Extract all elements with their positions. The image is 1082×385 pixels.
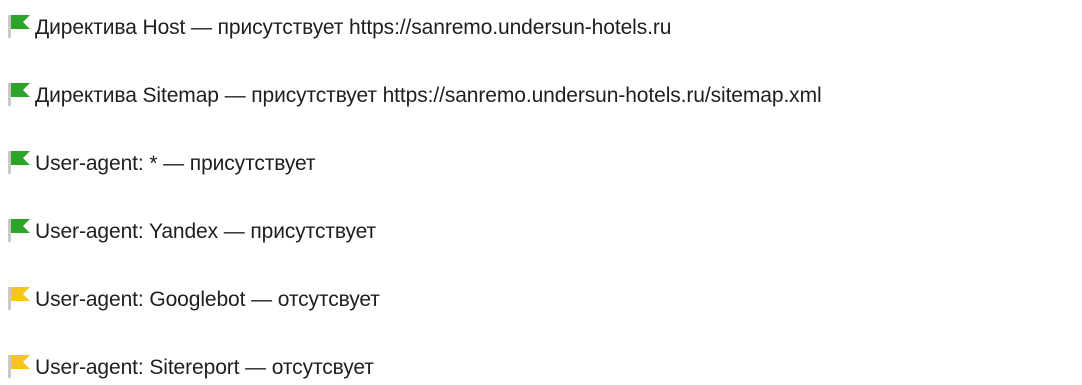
robots-check-list: Директива Host — присутствует https://sa…: [0, 0, 1082, 385]
item-text: Директива Sitemap — присутствует https:/…: [35, 84, 822, 107]
item-text: User-agent: Sitereport — отсутсвует: [35, 356, 374, 379]
green-flag-icon: [6, 81, 32, 107]
item-text: User-agent: * — присутствует: [35, 152, 316, 175]
list-item-user-agent-all: User-agent: * — присутствует: [6, 149, 316, 178]
item-text: User-agent: Googlebot — отсутсвует: [35, 288, 380, 311]
list-item-host: Директива Host — присутствует https://sa…: [6, 14, 671, 42]
yellow-flag-icon: [6, 285, 32, 311]
list-item-user-agent-sitereport: User-agent: Sitereport — отсутсвует: [6, 354, 374, 382]
list-item-sitemap: Директива Sitemap — присутствует https:/…: [6, 82, 822, 110]
green-flag-icon: [6, 13, 32, 39]
yellow-flag-icon: [6, 353, 32, 379]
item-text: Директива Host — присутствует https://sa…: [35, 16, 672, 39]
list-item-user-agent-yandex: User-agent: Yandex — присутствует: [6, 218, 376, 246]
item-text: User-agent: Yandex — присутствует: [35, 220, 377, 243]
green-flag-icon: [6, 149, 32, 175]
green-flag-icon: [6, 217, 32, 243]
list-item-user-agent-googlebot: User-agent: Googlebot — отсутсвует: [6, 286, 380, 314]
